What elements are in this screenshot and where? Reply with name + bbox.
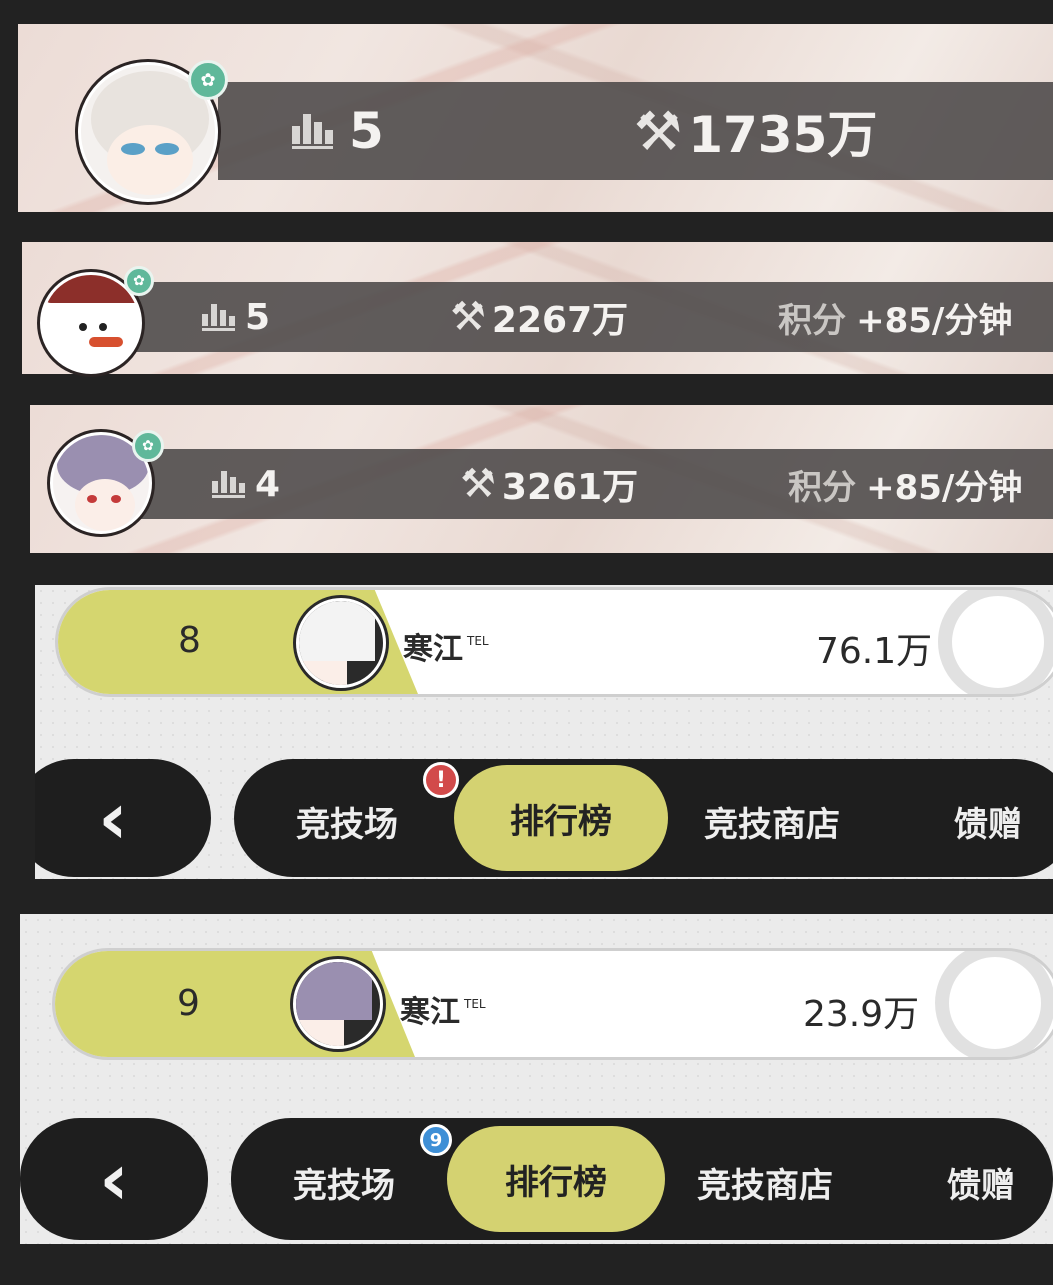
clover-badge-icon: ✿: [124, 266, 154, 296]
rank-icon: [292, 113, 333, 149]
leaderboard-panel-1: 8 寒江 TEL 76.1万 ‹ 竞技场 排行榜 竞技商店 馈赠: [35, 585, 1053, 879]
clover-badge-icon: ✿: [132, 430, 164, 462]
rank-icon: [202, 303, 235, 331]
emblem-icon: [938, 590, 1053, 694]
tab-gift[interactable]: 馈赠: [947, 1158, 1015, 1207]
power-value: 2267万: [491, 300, 629, 341]
emblem-icon: [935, 951, 1053, 1057]
tool-icon: ⚒: [450, 294, 486, 340]
player-tag: TEL: [467, 634, 489, 648]
rank-number: 9: [177, 983, 200, 1024]
score-label: 积分: [788, 467, 857, 508]
tab-arena[interactable]: 竞技场: [293, 1158, 395, 1207]
rank-value: 4: [255, 463, 281, 505]
score-label: 积分: [778, 300, 847, 341]
tool-icon: ⚒: [633, 99, 683, 163]
rank-icon: [212, 470, 245, 498]
back-button[interactable]: ‹: [20, 1118, 208, 1240]
player-avatar: [296, 598, 386, 688]
leaderboard-row[interactable]: 8 寒江 TEL 76.1万: [55, 587, 1053, 697]
alert-icon: !: [423, 762, 459, 798]
rank-number: 8: [178, 620, 201, 661]
tab-gift[interactable]: 馈赠: [954, 797, 1022, 846]
nav-tab-bar: 竞技场 排行榜 竞技商店 馈赠: [231, 1118, 1053, 1240]
nav-tab-bar: 竞技场 排行榜 竞技商店 馈赠: [234, 759, 1053, 877]
stat-bar: 5 ⚒ 2267万 积分 +85/分钟: [116, 282, 1053, 352]
power-value: 3261万: [501, 467, 639, 508]
stat-bar: 4 ⚒ 3261万 积分 +85/分钟: [124, 449, 1053, 519]
player-avatar: [293, 959, 383, 1049]
player-name: 寒江 TEL: [400, 995, 486, 1030]
tab-arena-shop[interactable]: 竞技商店: [697, 1158, 833, 1207]
score-value: +85/分钟: [866, 467, 1023, 508]
clover-badge-icon: ✿: [188, 60, 228, 100]
stat-card-2: 5 ⚒ 2267万 积分 +85/分钟: [22, 242, 1053, 374]
notification-count-badge: 9: [420, 1124, 452, 1156]
back-button[interactable]: ‹: [35, 759, 211, 877]
tab-arena[interactable]: 竞技场: [296, 797, 398, 846]
leaderboard-panel-2: 9 寒江 TEL 23.9万 ‹ 竞技场 排行榜 竞技商店 馈赠: [20, 914, 1053, 1244]
stat-card-3: 4 ⚒ 3261万 积分 +85/分钟: [30, 405, 1053, 553]
player-name: 寒江 TEL: [403, 632, 489, 667]
stat-bar: 5 ⚒ 1735万: [218, 82, 1053, 180]
player-tag: TEL: [464, 997, 486, 1011]
player-score: 23.9万: [803, 994, 920, 1035]
tab-leaderboard[interactable]: 排行榜: [447, 1126, 665, 1232]
rank-value: 5: [245, 296, 271, 338]
rank-value: 5: [349, 102, 384, 160]
power-value: 1735万: [688, 106, 878, 164]
player-score: 76.1万: [816, 631, 933, 672]
leaderboard-row[interactable]: 9 寒江 TEL 23.9万: [52, 948, 1053, 1060]
tab-arena-shop[interactable]: 竞技商店: [704, 797, 840, 846]
score-value: +85/分钟: [856, 300, 1013, 341]
tool-icon: ⚒: [460, 461, 496, 507]
tab-leaderboard[interactable]: 排行榜: [454, 765, 668, 871]
